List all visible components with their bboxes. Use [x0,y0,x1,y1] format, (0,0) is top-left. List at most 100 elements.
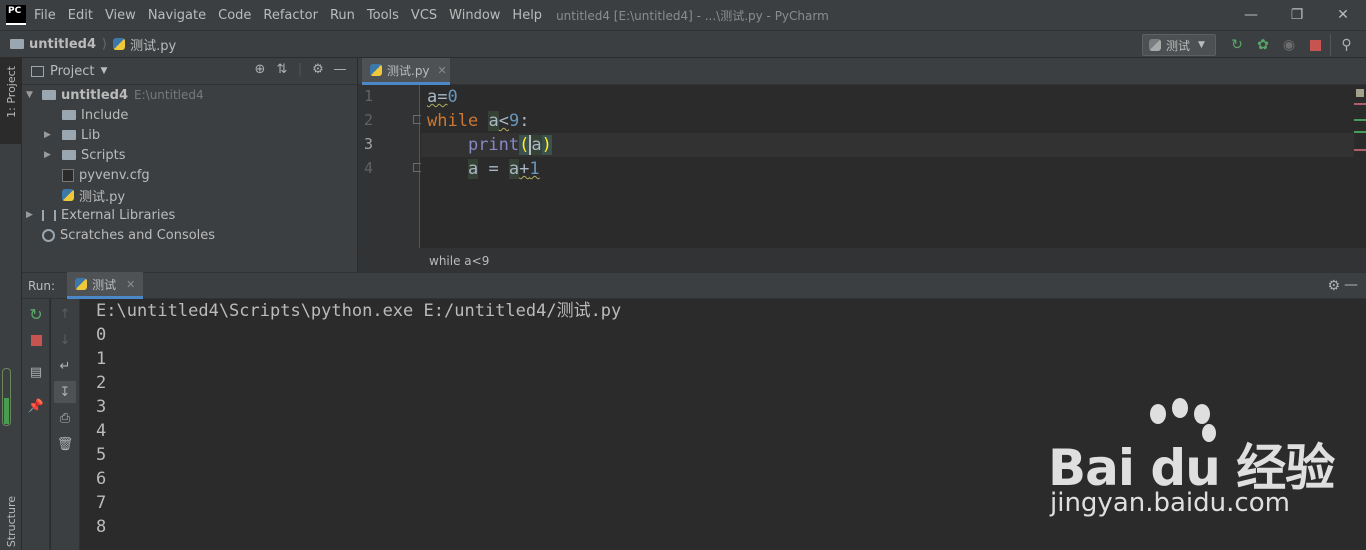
debug-icon[interactable]: ✿ [1252,34,1274,56]
tree-item-pyvenv[interactable]: pyvenv.cfg [62,165,150,185]
run-tab[interactable]: 测试 ✕ [67,272,144,299]
print-icon[interactable]: ⎙ [51,407,79,429]
menu-view[interactable]: View [105,8,136,23]
menu-window[interactable]: Window [449,8,500,23]
project-tool-label: 1: Project [5,66,18,118]
locate-icon[interactable]: ⊕ [249,62,271,77]
inspection-status-icon [1356,89,1364,97]
console-command: E:\untitled4\Scripts\python.exe E:/untit… [96,301,622,321]
folder-icon [62,150,76,160]
warning-mark [1354,149,1366,151]
tree-item-scripts[interactable]: ▶ Scripts [44,145,125,165]
scratches-icon [42,228,55,242]
left-tool-strip: 1: Project Structure [0,58,22,550]
error-stripe[interactable] [1354,85,1366,248]
coverage-icon[interactable]: ◉ [1278,34,1300,56]
python-file-icon [75,278,88,290]
expand-arrow-icon: ▶ [26,210,33,220]
tree-label: Include [81,107,129,123]
pin-icon[interactable]: 📌 [22,395,50,417]
project-title: Project [50,63,95,79]
soft-wrap-icon[interactable]: ↵ [51,355,79,377]
breadcrumb: untitled4 ⟩ 测试.py [10,35,176,54]
folder-icon [62,130,76,140]
tree-item-root[interactable]: ▼ untitled4 E:\untitled4 [26,85,204,105]
tree-item-include[interactable]: Include [62,105,128,125]
tree-item-scratches[interactable]: Scratches and Consoles [42,225,215,245]
run-toolbar: 测试 ▼ ↻ ✿ ◉ ⚲ [1142,31,1366,59]
menu-bar: File Edit View Navigate Code Refactor Ru… [34,8,554,23]
line-number: 2 [364,111,374,129]
tree-item-external-libraries[interactable]: ▶ External Libraries [26,205,175,225]
run-panel-header: Run: 测试 ✕ ⚙ — [22,272,1366,299]
menu-run[interactable]: Run [330,8,355,23]
gear-icon[interactable]: ⚙ [307,62,329,77]
change-mark [1354,119,1366,121]
close-tab-icon[interactable]: ✕ [438,64,447,77]
minimize-button[interactable]: — [1228,0,1274,30]
close-button[interactable]: ✕ [1320,0,1366,30]
rerun-icon[interactable]: ↻ [1226,34,1248,56]
console-output-line: 0 [96,325,107,345]
menu-code[interactable]: Code [218,8,251,23]
menu-vcs[interactable]: VCS [411,8,437,23]
warning-mark [1354,103,1366,105]
menu-navigate[interactable]: Navigate [148,8,206,23]
tree-item-lib[interactable]: ▶ Lib [44,125,100,145]
watermark-url: jingyan.baidu.com [1050,488,1290,518]
project-panel-actions: ⊕ ⇅ | ⚙ — [249,62,351,77]
hide-icon[interactable]: — [1344,277,1358,293]
project-view-selector[interactable]: Project ▼ [31,64,107,79]
stop-icon[interactable] [1304,34,1326,56]
line-number: 4 [364,159,374,177]
current-line-highlight [421,133,1354,157]
run-tab-label: 测试 [92,277,117,292]
code-line-3: print(a) [467,135,552,155]
console-output-line: 5 [96,445,107,465]
editor-breadcrumb: while a<9 [420,248,1366,272]
breadcrumb-item[interactable]: while a<9 [429,254,489,268]
expand-arrow-icon: ▶ [44,150,51,160]
code-editor[interactable]: a=0 while a<9: print(a) a = a+1 [421,85,1354,248]
arrow-down-icon[interactable]: ↓ [51,329,79,351]
editor-tab-test-py[interactable]: 测试.py ✕ [362,58,450,85]
scroll-to-end-icon[interactable]: ↧ [54,381,76,403]
gear-icon[interactable]: ⚙ [1327,278,1340,294]
nav-project[interactable]: untitled4 [29,37,96,52]
hide-icon[interactable]: — [329,62,351,77]
rerun-icon[interactable]: ↻ [22,303,50,325]
python-config-icon [1149,39,1161,51]
chevron-right-icon: ⟩ [102,36,108,52]
collapse-all-icon[interactable]: ⇅ [271,62,293,77]
python-file-icon [370,64,382,76]
layout-icon[interactable]: ▤ [22,361,50,383]
structure-tool-tab[interactable]: Structure [5,496,18,547]
menu-refactor[interactable]: Refactor [263,8,318,23]
editor-tab-label: 测试.py [387,63,430,78]
stop-icon[interactable] [22,329,50,351]
file-icon [62,168,74,182]
menu-file[interactable]: File [34,8,56,23]
menu-help[interactable]: Help [512,8,542,23]
paw-icon [1150,404,1166,424]
line-number: 3 [364,135,374,153]
run-config-select[interactable]: 测试 ▼ [1142,34,1216,56]
python-file-icon [113,38,126,50]
search-icon[interactable]: ⚲ [1330,34,1362,56]
menu-tools[interactable]: Tools [367,8,399,23]
arrow-up-icon[interactable]: ↑ [51,303,79,325]
navigation-bar: untitled4 ⟩ 测试.py 测试 ▼ ↻ ✿ ◉ ⚲ [0,30,1366,58]
menu-edit[interactable]: Edit [68,8,93,23]
window-title: untitled4 [E:\untitled4] - ...\测试.py - P… [556,8,829,23]
folder-icon [42,90,56,100]
restore-button[interactable]: ❐ [1274,0,1320,30]
tree-label: untitled4 [61,87,129,103]
console-output-line: 8 [96,517,107,537]
close-tab-icon[interactable]: ✕ [126,278,135,291]
nav-file[interactable]: 测试.py [130,35,176,54]
code-line-4: a = a+1 [467,159,540,179]
tree-item-test-py[interactable]: 测试.py [62,185,125,205]
project-tool-tab[interactable]: 1: Project [0,58,22,144]
trash-icon[interactable]: 🗑 [51,433,79,455]
editor-tab-bar: 测试.py ✕ [358,58,1366,85]
